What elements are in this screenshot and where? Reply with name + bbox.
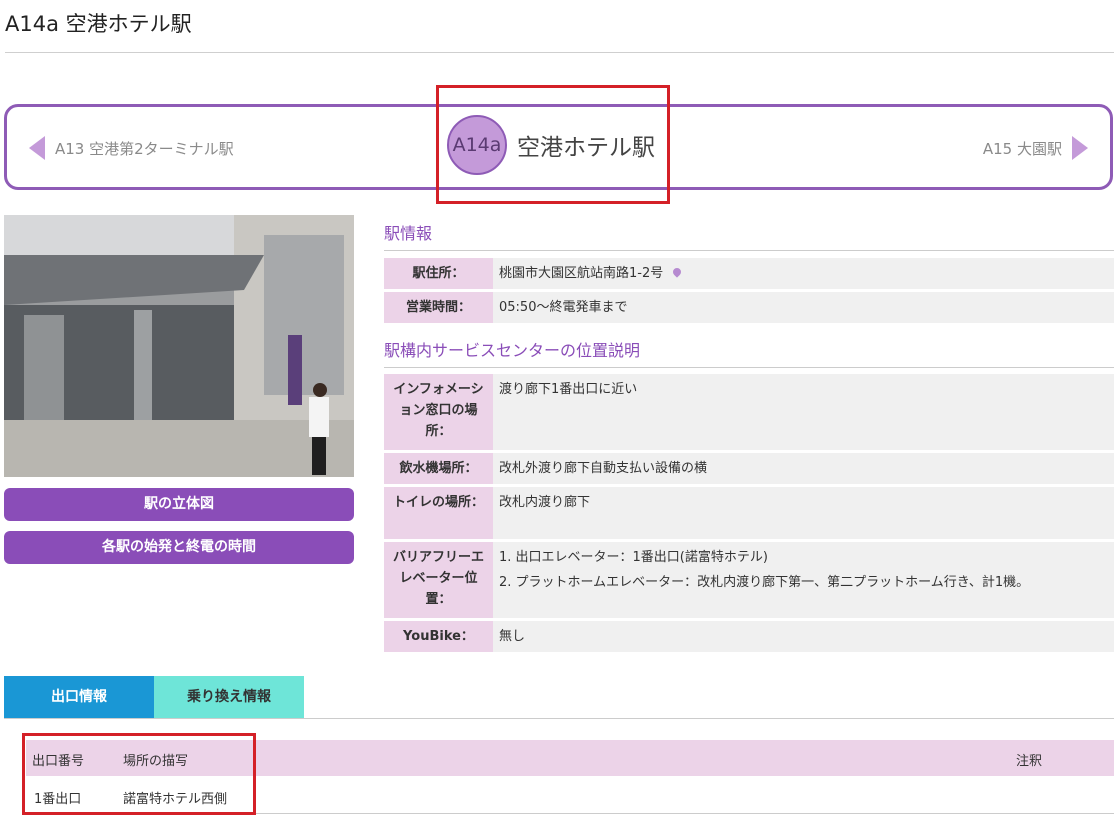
info-row-youbike: YouBike： 無し bbox=[384, 621, 1114, 652]
elevator-value: 1. 出口エレベーター：1番出口(諾富特ホテル) 2. プラットホームエレベータ… bbox=[493, 542, 1114, 618]
info-row-address: 駅住所： 桃園市大園区航站南路1-2号 bbox=[384, 258, 1114, 289]
arrow-right-icon bbox=[1072, 136, 1088, 160]
station-diagram-button[interactable]: 駅の立体図 bbox=[4, 488, 354, 521]
service-center-table: インフォメーション窓口の場所： 渡り廊下1番出口に近い 飲水機場所： 改札外渡り… bbox=[384, 371, 1114, 655]
info-row-toilet: トイレの場所： 改札内渡り廊下 bbox=[384, 487, 1114, 539]
header-note: 注釈 bbox=[1016, 754, 1043, 769]
info-row-hours: 営業時間： 05:50～終電発車まで bbox=[384, 292, 1114, 323]
title-divider bbox=[5, 52, 1114, 53]
toilet-value: 改札内渡り廊下 bbox=[493, 487, 1114, 539]
station-code-badge: A14a bbox=[447, 115, 507, 175]
youbike-label: YouBike： bbox=[384, 621, 493, 652]
info-row-water-fountain: 飲水機場所： 改札外渡り廊下自動支払い設備の横 bbox=[384, 453, 1114, 484]
information-desk-value: 渡り廊下1番出口に近い bbox=[493, 374, 1114, 450]
table-row: 1番出口 諾富特ホテル西側 bbox=[26, 776, 1114, 814]
elevator-item-1: 1. 出口エレベーター：1番出口(諾富特ホテル) bbox=[499, 550, 768, 565]
exit-table-header: 出口番号 場所の描写 注釈 bbox=[26, 740, 1114, 776]
address-label: 駅住所： bbox=[384, 258, 493, 289]
elevator-item-2: 2. プラットホームエレベーター：改札内渡り廊下第一、第二プラットホーム行き、計… bbox=[499, 575, 1030, 590]
info-tabs: 出口情報 乗り換え情報 bbox=[4, 676, 304, 719]
water-fountain-label: 飲水機場所： bbox=[384, 453, 493, 484]
water-fountain-value: 改札外渡り廊下自動支払い設備の横 bbox=[493, 453, 1114, 484]
toilet-label: トイレの場所： bbox=[384, 487, 493, 539]
current-station-name: 空港ホテル駅 bbox=[517, 135, 655, 161]
tab-exit-info[interactable]: 出口情報 bbox=[4, 676, 154, 719]
service-center-heading: 駅構内サービスセンターの位置説明 bbox=[384, 337, 1114, 368]
youbike-value: 無し bbox=[493, 621, 1114, 652]
next-station-label: A15 大園駅 bbox=[982, 139, 1062, 158]
tab-transfer-info[interactable]: 乗り換え情報 bbox=[154, 676, 304, 719]
station-info-heading: 駅情報 bbox=[384, 220, 1114, 251]
station-navigator: A13 空港第2ターミナル駅 A14a 空港ホテル駅 A15 大園駅 bbox=[4, 104, 1113, 190]
header-exit-number: 出口番号 bbox=[32, 754, 85, 769]
header-location: 場所の描写 bbox=[123, 754, 189, 769]
elevator-label: バリアフリーエレベーター位置： bbox=[384, 542, 493, 618]
page-title: A14a 空港ホテル駅 bbox=[5, 12, 192, 36]
map-pin-icon[interactable] bbox=[671, 266, 683, 278]
exit-number-cell: 1番出口 bbox=[34, 792, 82, 807]
hours-label: 営業時間： bbox=[384, 292, 493, 323]
address-text: 桃園市大園区航站南路1-2号 bbox=[499, 266, 664, 281]
information-desk-label: インフォメーション窓口の場所： bbox=[384, 374, 493, 450]
prev-station-link[interactable]: A13 空港第2ターミナル駅 bbox=[29, 136, 234, 160]
station-info-table: 駅住所： 桃園市大園区航站南路1-2号 営業時間： 05:50～終電発車まで bbox=[384, 255, 1114, 326]
prev-station-label: A13 空港第2ターミナル駅 bbox=[55, 139, 234, 158]
current-station: A14a 空港ホテル駅 bbox=[447, 115, 655, 175]
info-row-information-desk: インフォメーション窓口の場所： 渡り廊下1番出口に近い bbox=[384, 374, 1114, 450]
tab-divider bbox=[4, 718, 1114, 719]
hours-value: 05:50～終電発車まで bbox=[493, 292, 1114, 323]
first-last-train-button[interactable]: 各駅の始発と終電の時間 bbox=[4, 531, 354, 564]
info-row-elevator: バリアフリーエレベーター位置： 1. 出口エレベーター：1番出口(諾富特ホテル)… bbox=[384, 542, 1114, 618]
next-station-link[interactable]: A15 大園駅 bbox=[983, 136, 1088, 160]
exit-description-cell: 諾富特ホテル西側 bbox=[123, 792, 228, 807]
arrow-left-icon bbox=[29, 136, 45, 160]
address-value: 桃園市大園区航站南路1-2号 bbox=[493, 258, 1114, 289]
station-photo bbox=[4, 215, 354, 477]
